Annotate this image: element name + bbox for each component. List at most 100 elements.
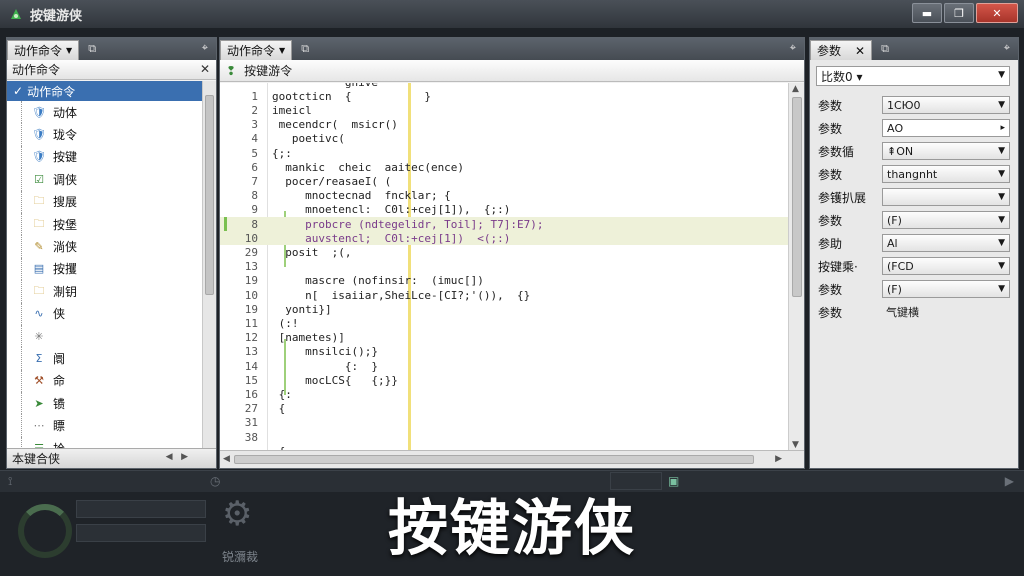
code-line[interactable]: 8 mnoctecnad fncklar; { [220,189,788,203]
property-stepper[interactable]: ⇞ ON ▼ [882,142,1010,160]
tree-item[interactable]: Σ阛 [7,347,203,371]
chevron-down-icon[interactable]: ▼ [279,46,285,55]
tree-item[interactable]: ✳ [7,324,203,348]
tab-params[interactable]: 参数 ✕ [810,40,873,60]
code-line[interactable]: 13 [220,260,788,274]
code-line[interactable]: 29 posit ;(, [220,245,788,259]
property-select[interactable]: (F) ▼ [882,280,1010,298]
tree-item[interactable]: ▤ 按攫 [7,257,203,281]
code-line[interactable]: 14 {: } [220,359,788,373]
chevron-down-icon[interactable]: ▸ [1000,123,1005,133]
panel-layout-icon[interactable]: ⧉ [296,40,314,58]
tree-item[interactable]: ∿ 侠 [7,302,203,326]
close-button[interactable]: ✕ [976,3,1018,23]
code-line[interactable]: 10 auvstencl; C0l:+cej[1]) <(;:) [220,231,788,246]
property-select[interactable]: thangnht ▼ [882,165,1010,183]
code-line[interactable]: 31 [220,416,788,430]
code-line[interactable]: 5 {;: [220,146,788,160]
panel-layout-icon[interactable]: ⧉ [876,40,894,58]
property-select[interactable]: ▼ [882,188,1010,206]
panel-layout-icon[interactable]: ⧉ [83,40,101,58]
code-line[interactable]: 10 n[ isaiiar,SheiLce-[CI?;'()), {} [220,288,788,302]
bottom-selector[interactable]: 本键合侠 ◀ ▶ [7,448,216,468]
chevron-down-icon[interactable]: ▼ [998,192,1005,202]
tree-root[interactable]: ✓ 动作命令 [7,81,203,101]
close-icon[interactable]: ✕ [200,62,210,76]
code-line[interactable]: 4 poetivc( [220,132,788,146]
code-line[interactable]: 11 (:! [220,316,788,330]
code-line[interactable]: 1 gootcticn { } [220,89,788,103]
scroll-down-icon[interactable]: ▼ [792,440,799,450]
tree-item[interactable]: 🛡 珑令 [7,123,203,147]
chevron-down-icon[interactable]: ▼ [998,238,1005,248]
scroll-thumb[interactable] [205,95,214,295]
star-icon: ✳ [34,329,44,343]
editor-hscrollbar[interactable]: ◀ ▶ [220,450,804,468]
tree-scrollbar[interactable] [202,81,216,449]
tree-item[interactable]: 🛡 动体 [7,101,203,124]
chevron-down-icon[interactable]: ▼ [66,46,72,55]
tree-item[interactable]: ☑ 调侠 [7,168,203,191]
line-number: 10 [244,288,258,302]
tab-actions[interactable]: 动作命令 ▼ [7,40,80,60]
scroll-left-icon[interactable]: ◀ [223,454,230,464]
tree-item[interactable]: 🗀 按堡 [7,212,203,236]
tree-item[interactable]: 🗀 淛钥 [7,280,203,303]
minimize-button[interactable]: ▬ [912,3,942,23]
tree-item[interactable]: ➤ 镄 [7,392,203,415]
property-select[interactable]: (F) ▼ [882,211,1010,229]
actions-tree[interactable]: ✓ 动作命令 🛡 动体 🛡 珑令 🛡 按键 ☑ 调侠 🗀 搜展 🗀 按堡 ✎ 淌侠 ▤ 按攫 🗀 淛钥 ∿ 侠 ✳ Σ 阛 ⚒… [7,81,203,449]
line-number: 11 [244,316,258,330]
code-editor[interactable]: gnive1gootcticn { }2imeicl3 mecendcr( ms… [220,83,788,451]
chevron-down-icon[interactable]: ▼ [998,215,1005,225]
pin-icon[interactable]: ⌖ [202,41,208,55]
code-line[interactable]: 27 { [220,402,788,416]
code-line[interactable]: 8 probcre (ndtegelidr, Toil]; T7]:E7); [220,217,788,232]
close-icon[interactable]: ✕ [855,44,865,58]
object-select[interactable]: 比数0 ▾ ▼ [816,66,1010,86]
code-line[interactable]: 16 {: [220,387,788,401]
pin-icon[interactable]: ⌖ [1004,41,1010,55]
scroll-up-icon[interactable]: ▲ [792,84,799,94]
code-line[interactable]: 3 mecendcr( msicr() [220,118,788,132]
scroll-thumb[interactable] [792,97,802,297]
property-select[interactable]: Al ▼ [882,234,1010,252]
code-line[interactable]: 19 yonti}] [220,302,788,316]
chevron-down-icon[interactable]: ▼ [998,284,1005,294]
tab-editor[interactable]: 动作命令 ▼ [220,40,293,60]
property-select[interactable]: (FCD ▼ [882,257,1010,275]
stepper-icon[interactable]: ⇞ [887,145,896,158]
code-line[interactable]: 7 pocer/reasaeI( ( [220,174,788,188]
tree-item[interactable]: 🗀 搜展 [7,190,203,214]
tree-item[interactable]: 🛡 按键 [7,145,203,169]
chevron-down-icon[interactable]: ▼ [998,146,1005,156]
chevron-down-icon[interactable]: ▼ [998,261,1005,271]
property-label: 参数 [818,213,843,228]
chevron-down-icon[interactable]: ▼ [998,100,1005,110]
code-text: mascre (nofinsir: (imuc[]) [272,274,484,288]
code-line[interactable]: 6 mankic cheic aaitec(ence) [220,160,788,174]
code-line[interactable]: 13 mnsilci();} [220,345,788,359]
property-label: 参数 [818,167,843,182]
chevron-down-icon[interactable]: ▼ [998,169,1005,179]
property-select[interactable]: 1СЮ0 ▼ [882,96,1010,114]
code-line[interactable]: 38 [220,430,788,444]
code-line[interactable]: 2 imeicl [220,103,788,117]
code-line[interactable]: 15 mocLCS{ {;}} [220,373,788,387]
code-line[interactable]: 9 mnoetencl: C0l:+cej[1]), {;:) [220,203,788,217]
scroll-thumb[interactable] [234,455,754,464]
chevron-down-icon[interactable]: ▼ [998,70,1005,80]
scroll-arrows-icon[interactable]: ◀ ▶ [166,452,188,462]
editor-vscrollbar[interactable]: ▲ ▼ [788,83,804,451]
code-line[interactable]: 19 mascre (nofinsir: (imuc[]) [220,274,788,288]
tree-item-label: 淌侠 [53,240,78,255]
line-number: 12 [244,331,258,345]
property-input[interactable]: АО ▸ [882,119,1010,137]
tree-item[interactable]: ✎ 淌侠 [7,235,203,259]
tree-item[interactable]: ⚒ 命 [7,369,203,393]
code-line[interactable]: 12 [nametes)] [220,331,788,345]
pin-icon[interactable]: ⌖ [790,41,796,55]
tree-item[interactable]: ⋯ 瞟 [7,414,203,438]
scroll-right-icon[interactable]: ▶ [775,454,782,464]
maximize-button[interactable]: ❐ [944,3,974,23]
